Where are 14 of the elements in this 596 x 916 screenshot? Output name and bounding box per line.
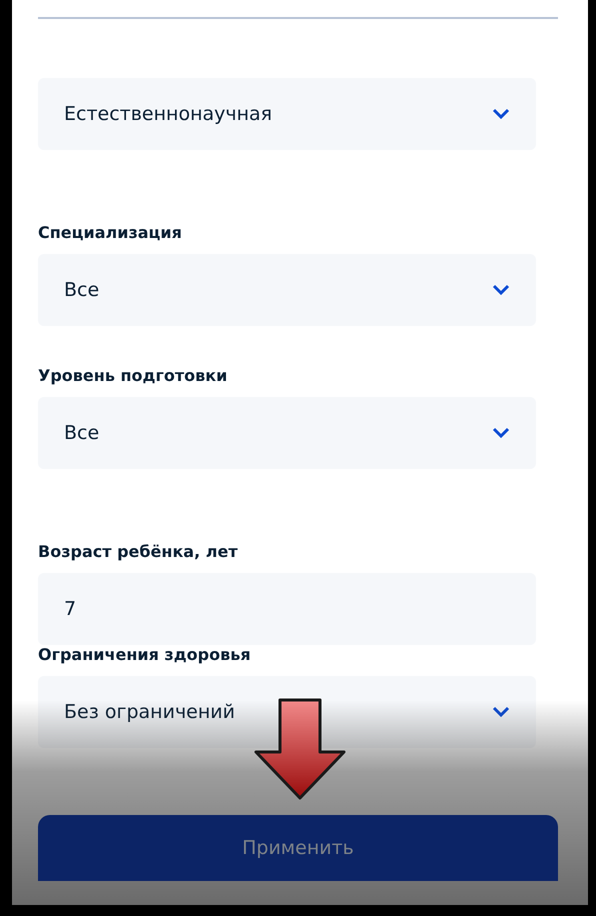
field-label: Ограничения здоровья xyxy=(38,645,252,666)
chevron-down-icon xyxy=(492,284,510,296)
chevron-down-icon xyxy=(492,108,510,120)
chevron-down-icon xyxy=(492,427,510,439)
dropdown-field[interactable]: Без ограничений xyxy=(38,676,536,748)
dropdown-field[interactable]: Все xyxy=(38,254,536,326)
chevron-down-icon xyxy=(492,706,510,718)
input-field[interactable]: 7 xyxy=(38,573,536,645)
field-label: Специализация xyxy=(38,223,183,244)
arrow-icon xyxy=(252,698,348,802)
dropdown-field[interactable]: Естественнонаучная xyxy=(38,78,536,150)
dropdown-field[interactable]: Все xyxy=(38,397,536,469)
field-label: Возраст ребёнка, лет xyxy=(38,542,239,563)
field-label: Уровень подготовки xyxy=(38,366,228,387)
